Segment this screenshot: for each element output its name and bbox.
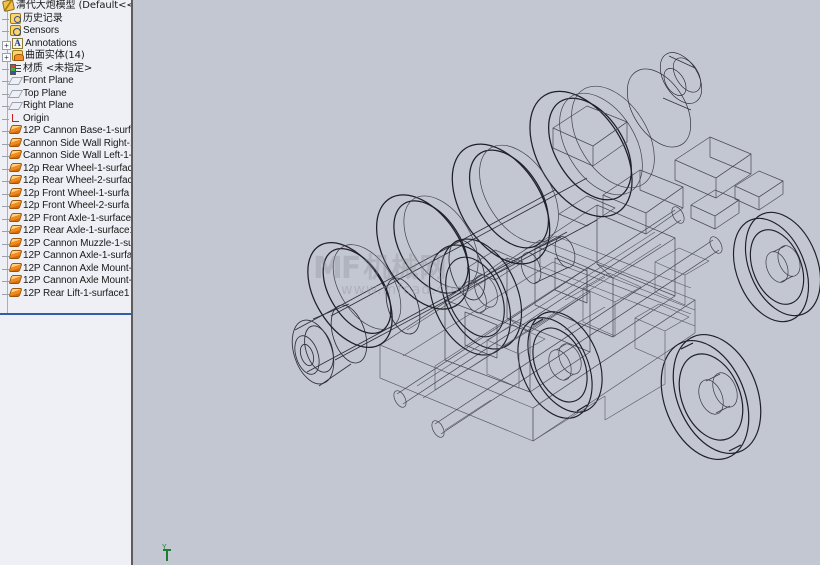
tree-item-label: Cannon Side Wall Left-1- xyxy=(23,150,132,161)
tree-item-surface[interactable]: 12p Rear Wheel-2-surfac xyxy=(0,175,133,188)
tree-item-label: 曲面实体(14) xyxy=(25,50,85,61)
surface-icon xyxy=(8,162,23,172)
surface-icon xyxy=(8,175,23,184)
wheel-front-left xyxy=(517,311,603,419)
tree-item-label: 历史记录 xyxy=(23,12,63,24)
feature-manager-panel: 清代大炮模型 (Default<<Def 历史记录Sensors + Annotat… xyxy=(0,0,133,565)
solidworks-window: 清代大炮模型 (Default<<Def 历史记录Sensors + Annotat… xyxy=(0,0,820,565)
assembly-icon xyxy=(1,0,16,13)
plane-icon xyxy=(10,75,21,86)
tree-item-label: 12P Cannon Axle-1-surfa xyxy=(23,250,133,261)
wheel-rear-right-hub xyxy=(698,372,738,415)
tree-item-label: 12P Cannon Muzzle-1-su xyxy=(23,237,133,249)
tree-item-surface[interactable]: 12P Cannon Muzzle-1-su xyxy=(0,237,133,251)
rear-lift-block xyxy=(552,105,628,167)
graphics-viewport[interactable]: MF 机械网 www.mfcad.com Y xyxy=(135,0,820,565)
tree-item-list: 历史记录Sensors + Annotations + 曲面实体(14)材质 <未指定>… xyxy=(0,12,133,301)
tree-item-annotations[interactable]: + Annotations xyxy=(0,37,131,51)
tree-item-label: 材质 <未指定> xyxy=(23,62,93,74)
surface-icon xyxy=(8,125,23,134)
tree-item-surface[interactable]: 12P Cannon Base-1-surfa xyxy=(0,125,133,138)
surface-body-icon xyxy=(12,50,24,61)
tree-branch-line xyxy=(2,63,10,75)
surface-icon xyxy=(8,237,23,247)
origin-icon xyxy=(10,113,21,124)
surface-icon xyxy=(8,275,23,284)
tree-item-surface[interactable]: 12P Rear Axle-1-surface1 xyxy=(0,225,133,238)
axis-triad: Y xyxy=(159,544,183,565)
surface-icon xyxy=(8,200,23,209)
sensor-icon xyxy=(10,25,21,36)
tree-item-label: 12p Rear Wheel-1-surfac xyxy=(23,162,133,174)
tree-item-label: Top Plane xyxy=(23,87,67,99)
tree-item-label: Front Plane xyxy=(23,75,74,86)
annotations-icon xyxy=(12,37,23,49)
axis-y-line-icon xyxy=(166,550,168,561)
tree-item-surface[interactable]: 12P Cannon Axle Mount- xyxy=(0,262,132,276)
tree-item-surface[interactable]: 12P Cannon Axle-1-surfa xyxy=(0,250,133,263)
plane-icon xyxy=(10,100,21,111)
tree-branch-line xyxy=(2,25,10,37)
surface-icon xyxy=(8,212,23,222)
barrel-breech-rings xyxy=(332,85,655,330)
wheel-front-right xyxy=(732,211,820,323)
tree-item-label: 12P Cannon Axle Mount- xyxy=(23,262,132,274)
tree-item-material[interactable]: 材质 <未指定> xyxy=(0,62,131,76)
tree-branch-line xyxy=(2,113,10,125)
plane-icon xyxy=(10,88,21,99)
surface-icon xyxy=(8,150,23,159)
surface-icon xyxy=(8,225,23,234)
cascabel-knob xyxy=(626,52,703,148)
tree-item-surface[interactable]: 12p Front Wheel-1-surfa xyxy=(0,187,131,201)
tree-item-plane[interactable]: Front Plane xyxy=(0,75,131,88)
surface-icon xyxy=(8,250,23,259)
tree-branch-line xyxy=(2,13,10,25)
tree-item-surface[interactable]: Cannon Side Wall Right-1 xyxy=(0,137,133,151)
tree-item-label: 12P Cannon Base-1-surfa xyxy=(23,125,133,136)
tree-item-plane[interactable]: Top Plane xyxy=(0,87,131,101)
tree-item-label: Cannon Side Wall Right-1 xyxy=(23,137,133,149)
history-icon xyxy=(10,12,21,24)
surface-icon xyxy=(8,262,23,272)
tree-item-label: 12P Cannon Axle Mount- xyxy=(23,275,132,286)
tree-item-label: 清代大炮模型 (Default<<Def xyxy=(16,0,131,11)
material-icon xyxy=(10,63,21,75)
feature-manager-blank-area xyxy=(0,315,131,565)
tree-item-plane[interactable]: Right Plane xyxy=(0,100,131,113)
wheel-rear-right xyxy=(660,333,762,461)
tree-item-label: 12p Rear Wheel-2-surfac xyxy=(23,175,133,186)
tree-item-surface-body[interactable]: + 曲面实体(14) xyxy=(0,50,131,63)
surface-icon xyxy=(8,137,23,147)
tree-item-label: Sensors xyxy=(23,25,59,36)
tree-item-root[interactable]: 清代大炮模型 (Default<<Def xyxy=(0,0,131,13)
tree-item-label: 12P Rear Axle-1-surface1 xyxy=(23,225,133,236)
surface-icon xyxy=(8,287,23,297)
tree-item-label: 12p Front Wheel-1-surfa xyxy=(23,187,130,199)
tree-item-origin[interactable]: Origin xyxy=(0,112,131,126)
tree-item-surface[interactable]: 12P Cannon Axle Mount- xyxy=(0,275,132,288)
carriage-base xyxy=(379,235,696,442)
tree-expander-icon[interactable]: + xyxy=(2,40,11,50)
axle-mount-blocks xyxy=(602,136,784,235)
tree-item-surface[interactable]: Cannon Side Wall Left-1- xyxy=(0,150,132,163)
barrel-reinforce-rings xyxy=(307,90,633,349)
wheel-front-right-hub xyxy=(765,245,801,283)
tree-item-surface[interactable]: 12p Rear Wheel-1-surfac xyxy=(0,162,133,176)
tree-item-label: 12P Rear Lift-1-surface1 xyxy=(23,287,130,299)
tree-item-surface[interactable]: 12p Front Wheel-2-surfa xyxy=(0,200,131,213)
cannon-wireframe-model[interactable] xyxy=(135,0,820,565)
tree-item-label: Annotations xyxy=(25,37,77,49)
tree-item-label: Origin xyxy=(23,112,50,124)
tree-item-label: 12p Front Wheel-2-surfa xyxy=(23,200,130,211)
surface-icon xyxy=(8,187,23,197)
feature-tree[interactable]: 清代大炮模型 (Default<<Def 历史记录Sensors + Annotat… xyxy=(0,0,133,313)
cannon-side-walls xyxy=(444,195,676,393)
tree-expander-icon[interactable]: + xyxy=(2,53,11,62)
tree-item-history[interactable]: 历史记录 xyxy=(0,12,131,26)
tree-item-label: Right Plane xyxy=(23,100,74,111)
tree-item-surface[interactable]: 12P Front Axle-1-surface xyxy=(0,212,132,226)
tree-item-surface[interactable]: 12P Rear Lift-1-surface1 xyxy=(0,287,131,301)
tree-overflow-notch xyxy=(131,264,133,309)
tree-item-label: 12P Front Axle-1-surface xyxy=(23,212,132,224)
